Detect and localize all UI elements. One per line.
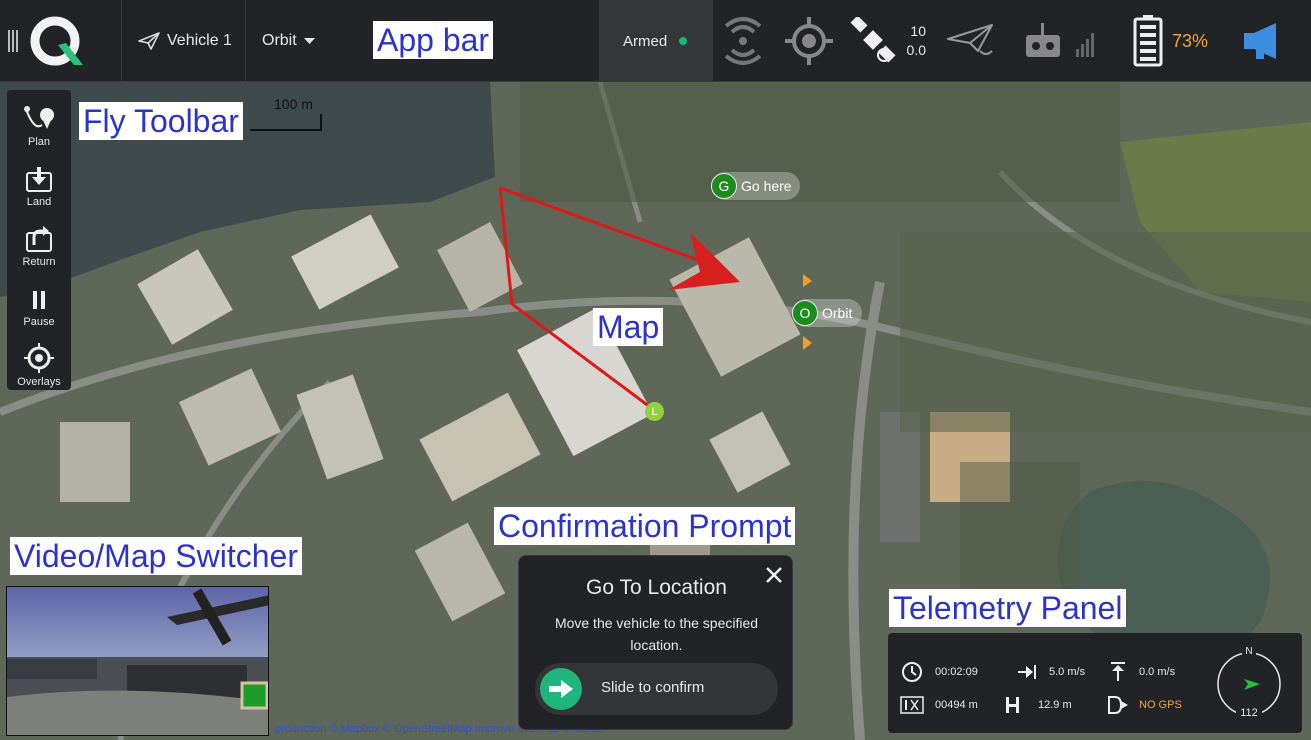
orbit-handle-icon (803, 336, 812, 350)
distance-value: 00494 m (935, 699, 978, 711)
video-switcher-label: Video/Map Switcher (10, 537, 302, 575)
telemetry-plane-icon (947, 24, 993, 55)
chevron-down-icon (303, 38, 315, 44)
orbit-marker[interactable]: O Orbit (792, 299, 863, 327)
video-feed (7, 587, 268, 735)
orbit-handle-icon (803, 274, 812, 287)
orbit-marker-label: Orbit (822, 305, 853, 321)
app-bar: Vehicle 1 Orbit App bar Armed 10 0.0 73% (0, 0, 1311, 82)
go-here-marker[interactable]: G Go here (711, 172, 800, 200)
go-here-marker-letter: G (711, 173, 737, 199)
vehicle-name: Vehicle 1 (167, 32, 232, 49)
plan-label: Plan (27, 136, 51, 148)
distance-icon (900, 696, 924, 714)
dialog-message: Move the vehicle to the specified locati… (554, 615, 759, 653)
telemetry-link-indicator[interactable] (946, 0, 996, 82)
flight-time-value: 00:02:09 (935, 666, 978, 678)
qgc-logo-icon[interactable] (28, 0, 88, 82)
megaphone-icon (1244, 23, 1276, 59)
overlays-button[interactable]: Overlays (7, 330, 71, 388)
pause-icon (33, 291, 45, 309)
app-window: 100 m G Go here O Orbit L Map Vehicle 1 … (0, 0, 1311, 740)
rc-remote-icon (1026, 23, 1094, 57)
launch-marker[interactable]: L (645, 402, 664, 421)
confirmation-prompt-label: Confirmation Prompt (494, 507, 796, 545)
close-icon (766, 567, 782, 583)
go-here-marker-label: Go here (741, 178, 792, 194)
pause-label: Pause (23, 316, 55, 328)
armed-status-label: Armed (623, 33, 668, 50)
compass-widget: N 112 (1216, 646, 1282, 726)
horizontal-speed-icon (1018, 665, 1036, 679)
launch-marker-letter: L (651, 405, 658, 418)
menu-handle-icon[interactable] (8, 0, 22, 82)
battery-percent: 73% (1172, 30, 1209, 51)
telemetry-panel: 00:02:09 5.0 m/s 0.0 m/s 00494 m 12.9 m … (888, 633, 1302, 733)
land-label: Land (26, 196, 52, 208)
battery-indicator[interactable]: 73% (1132, 0, 1208, 82)
return-button[interactable]: Return (7, 210, 71, 268)
announcement-button[interactable] (1242, 0, 1284, 82)
crosshair-icon (785, 17, 833, 65)
satellite-count: 10 (910, 23, 926, 39)
map-label: Map (593, 308, 664, 346)
heading-arrow-icon (1244, 679, 1260, 690)
vertical-speed-icon (1111, 662, 1125, 681)
fly-toolbar-label: Fly Toolbar (79, 102, 243, 140)
horizontal-speed-value: 5.0 m/s (1049, 666, 1086, 678)
altitude-value: 12.9 m (1038, 699, 1072, 711)
gps-target-indicator[interactable] (785, 0, 833, 82)
dialog-title: Go To Location (586, 576, 727, 599)
land-icon (26, 167, 52, 192)
orbit-marker-letter: O (792, 300, 818, 326)
heading-value: 112 (1236, 707, 1262, 721)
plan-button[interactable]: Plan (7, 90, 71, 148)
slider-label: Slide to confirm (601, 679, 705, 696)
gps-distance-icon (1108, 696, 1128, 714)
plan-icon (24, 106, 54, 129)
close-button[interactable] (762, 563, 786, 587)
vehicle-arrow-icon (668, 232, 740, 290)
arrow-right-icon (549, 680, 573, 698)
telemetry-panel-label: Telemetry Panel (889, 589, 1127, 627)
land-button[interactable]: Land (7, 150, 71, 208)
rc-rssi-indicator[interactable] (722, 0, 764, 82)
overlays-icon (24, 343, 54, 373)
slider-knob[interactable] (540, 668, 582, 710)
compass-north-label: N (1242, 646, 1256, 659)
return-icon (26, 226, 52, 252)
flight-mode-dropdown[interactable]: Orbit (262, 0, 317, 82)
video-map-switcher[interactable] (6, 586, 269, 736)
slide-to-confirm[interactable]: Slide to confirm (535, 663, 778, 715)
battery-icon (1133, 15, 1163, 67)
armed-status[interactable]: Armed (599, 0, 713, 82)
return-label: Return (22, 256, 56, 268)
satellite-icon (850, 17, 896, 63)
scale-bar: 100 m (250, 96, 322, 132)
app-bar-label: App bar (373, 21, 494, 59)
pause-button[interactable]: Pause (7, 270, 71, 328)
vehicle-selector[interactable]: Vehicle 1 (137, 0, 232, 82)
vertical-speed-value: 0.0 m/s (1139, 666, 1176, 678)
overlays-label: Overlays (17, 376, 61, 388)
hdop-value: 0.0 (906, 42, 926, 58)
signal-waves-icon (724, 17, 762, 65)
confirmation-dialog: Go To Location Move the vehicle to the s… (518, 555, 793, 730)
altitude-icon (1006, 697, 1019, 713)
flight-mode-label: Orbit (262, 32, 297, 49)
clock-icon (902, 662, 922, 682)
gps-satellite-indicator[interactable]: 10 0.0 (850, 0, 926, 82)
rc-signal-indicator[interactable] (1024, 0, 1104, 82)
armed-indicator-dot (679, 37, 687, 45)
paper-plane-icon (138, 32, 160, 50)
fly-toolbar: Plan Land Return Pause Overlays (7, 90, 71, 390)
gps-status-value: NO GPS (1139, 699, 1182, 711)
